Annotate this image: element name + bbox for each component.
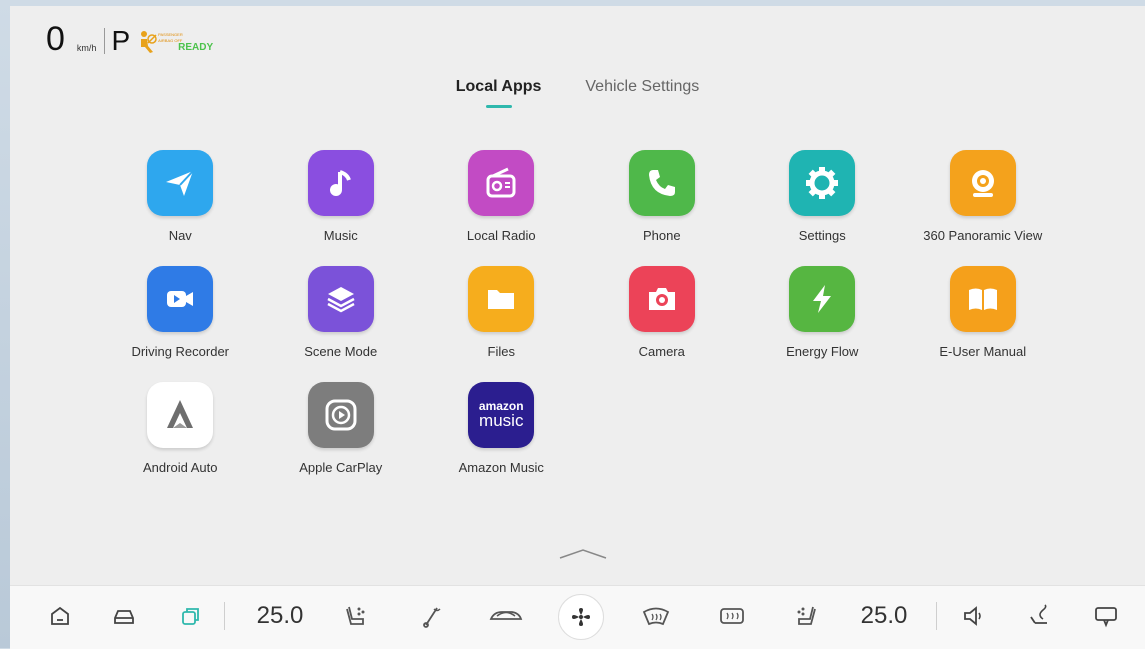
passenger-temperature[interactable]: 25.0 xyxy=(850,598,918,634)
app-settings[interactable]: Settings xyxy=(742,150,903,244)
app-grid: Nav Music Local Radio Phone Settings 360… xyxy=(100,150,1062,476)
lightning-icon xyxy=(789,266,856,332)
speed-value: 0 xyxy=(46,20,65,58)
app-label: Nav xyxy=(168,228,192,243)
app-music[interactable]: Music xyxy=(261,150,422,244)
camera-360-icon xyxy=(949,150,1016,216)
car-icon[interactable] xyxy=(106,598,142,634)
app-local-radio[interactable]: Local Radio xyxy=(421,150,582,244)
passenger-airbag-off-icon: PASSENGER AIRBAG OFF xyxy=(136,28,196,56)
home-icon[interactable] xyxy=(42,598,78,634)
fan-icon[interactable] xyxy=(558,594,604,640)
app-label: Scene Mode xyxy=(304,344,378,359)
display-icon[interactable] xyxy=(1088,598,1124,634)
gear-indicator: P xyxy=(111,25,131,56)
app-driving-recorder[interactable]: Driving Recorder xyxy=(100,266,261,360)
rear-defrost-icon[interactable] xyxy=(714,598,750,634)
carplay-icon xyxy=(307,382,374,448)
app-label: Camera xyxy=(638,344,685,359)
volume-icon[interactable] xyxy=(956,598,992,634)
speed-unit: km/h xyxy=(76,43,97,53)
airbag-text-line2: AIRBAG OFF xyxy=(158,38,183,43)
app-files[interactable]: Files xyxy=(421,266,582,360)
app-android-auto[interactable]: Android Auto xyxy=(100,382,261,476)
amazon-music-icon: amazon music xyxy=(468,382,535,448)
divider xyxy=(936,602,937,630)
app-label: Local Radio xyxy=(466,228,536,243)
app-e-user-manual[interactable]: E-User Manual xyxy=(903,266,1064,360)
apps-switch-icon[interactable] xyxy=(172,598,208,634)
android-auto-icon xyxy=(147,382,214,448)
tab-vehicle-settings[interactable]: Vehicle Settings xyxy=(585,78,699,96)
app-label: Phone xyxy=(642,228,681,243)
app-label: Music xyxy=(323,228,358,243)
app-energy-flow[interactable]: Energy Flow xyxy=(742,266,903,360)
airbag-text-line1: PASSENGER xyxy=(158,32,183,37)
chevron-up-icon[interactable] xyxy=(558,546,608,565)
app-label: 360 Panoramic View xyxy=(923,228,1043,243)
status-bar: 0 km/h P PASSENGER AIRBAG OFF READY xyxy=(46,16,213,56)
seat-adjust-icon[interactable] xyxy=(1022,598,1058,634)
status-divider xyxy=(104,28,106,54)
app-apple-carplay[interactable]: Apple CarPlay xyxy=(261,382,422,476)
layers-icon xyxy=(307,266,374,332)
app-phone[interactable]: Phone xyxy=(582,150,743,244)
app-label: Energy Flow xyxy=(786,344,859,359)
app-camera[interactable]: Camera xyxy=(582,266,743,360)
app-360-panoramic-view[interactable]: 360 Panoramic View xyxy=(903,150,1064,244)
app-label: Driving Recorder xyxy=(131,344,230,359)
app-amazon-music[interactable]: amazon music Amazon Music xyxy=(421,382,582,476)
app-label: Files xyxy=(487,344,515,359)
front-defrost-icon[interactable] xyxy=(638,598,674,634)
seat-heat-icon[interactable] xyxy=(338,598,374,634)
driver-temperature[interactable]: 25.0 xyxy=(246,598,314,634)
bottom-control-bar: 25.0 25.0 xyxy=(10,585,1145,649)
screen: 0 km/h P PASSENGER AIRBAG OFF READY Loca… xyxy=(10,6,1145,648)
app-label: Amazon Music xyxy=(458,460,544,475)
phone-icon xyxy=(628,150,695,216)
radio-icon xyxy=(468,150,535,216)
music-note-icon xyxy=(307,150,374,216)
divider xyxy=(224,602,225,630)
app-nav[interactable]: Nav xyxy=(100,150,261,244)
wiper-icon[interactable] xyxy=(414,598,450,634)
app-label: E-User Manual xyxy=(939,344,1027,359)
app-scene-mode[interactable]: Scene Mode xyxy=(261,266,422,360)
navigation-arrow-icon xyxy=(147,150,214,216)
air-recirculation-icon[interactable] xyxy=(484,598,528,634)
video-camera-icon xyxy=(147,266,214,332)
folder-icon xyxy=(468,266,535,332)
tab-bar: Local Apps Vehicle Settings xyxy=(10,78,1145,108)
app-label: Android Auto xyxy=(143,460,218,475)
gear-icon xyxy=(789,150,856,216)
app-label: Apple CarPlay xyxy=(299,460,383,475)
app-label: Settings xyxy=(798,228,846,243)
book-icon xyxy=(949,266,1016,332)
music-logo-text: music xyxy=(479,411,524,430)
passenger-seat-heat-icon[interactable] xyxy=(788,598,824,634)
tab-local-apps[interactable]: Local Apps xyxy=(456,78,541,108)
camera-icon xyxy=(628,266,695,332)
